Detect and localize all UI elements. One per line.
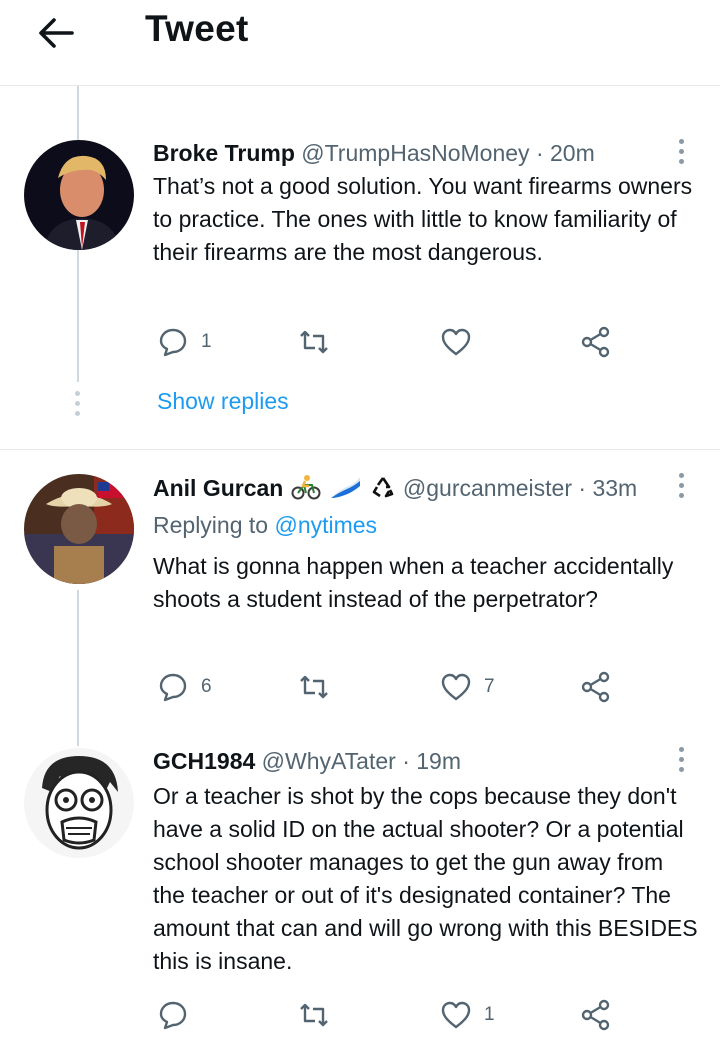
reply-count: 1 — [201, 331, 212, 352]
divider — [0, 449, 720, 450]
reply-button[interactable] — [157, 998, 189, 1032]
replying-to-prefix: Replying to — [153, 512, 269, 538]
replying-to: Replying to @nytimes — [153, 512, 377, 539]
author-name[interactable]: GCH1984 — [153, 748, 255, 774]
more-options-button[interactable] — [675, 139, 687, 169]
replying-to-mention[interactable]: @nytimes — [274, 512, 377, 538]
arrow-left-icon — [39, 18, 74, 48]
reply-icon — [159, 1001, 187, 1030]
tweet-text: Or a teacher is shot by the cops because… — [153, 783, 698, 974]
thread-dots — [75, 391, 81, 421]
retweet-icon — [300, 330, 328, 354]
timestamp[interactable]: · 20m — [536, 140, 595, 166]
tweet-text: That’s not a good solution. You want fir… — [153, 173, 693, 265]
like-count: 7 — [484, 676, 495, 697]
author-handle[interactable]: @gurcanmeister — [403, 475, 572, 501]
like-count: 1 — [484, 1004, 495, 1025]
heart-icon — [441, 673, 471, 701]
like-button[interactable] — [440, 325, 472, 359]
more-options-button[interactable] — [675, 473, 687, 503]
reply-count: 6 — [201, 676, 212, 697]
author-handle[interactable]: @TrumpHasNoMoney — [301, 140, 529, 166]
author-name[interactable]: Anil Gurcan — [153, 475, 283, 501]
timestamp[interactable]: · 33m — [578, 475, 637, 501]
heart-icon — [441, 328, 471, 356]
author-handle[interactable]: @WhyATater — [262, 748, 396, 774]
wave-flag-emoji — [329, 474, 361, 506]
share-button[interactable] — [580, 670, 612, 704]
retweet-icon — [300, 1003, 328, 1027]
share-icon — [581, 999, 610, 1031]
share-button[interactable] — [580, 998, 612, 1032]
retweet-icon — [300, 675, 328, 699]
bicyclist-emoji — [291, 474, 321, 506]
reply-icon — [159, 328, 187, 357]
tweet-header: GCH1984 @WhyATater · 19m — [153, 748, 461, 775]
reply-button[interactable]: 6 — [157, 670, 212, 704]
timestamp[interactable]: · 19m — [402, 748, 461, 774]
share-button[interactable] — [580, 325, 612, 359]
more-options-button[interactable] — [675, 747, 687, 777]
tweet-header: Broke Trump @TrumpHasNoMoney · 20m — [153, 140, 595, 167]
share-icon — [581, 671, 610, 703]
tweet-text: What is gonna happen when a teacher acci… — [153, 553, 674, 612]
tweet-header: Anil Gurcan @gurcanmeister · 33m — [153, 474, 637, 506]
page-title: Tweet — [145, 8, 249, 49]
share-icon — [581, 326, 610, 358]
avatar[interactable] — [24, 748, 134, 858]
reply-icon — [159, 673, 187, 702]
retweet-button[interactable] — [298, 325, 330, 359]
show-replies-link[interactable]: Show replies — [157, 388, 289, 415]
like-button[interactable]: 1 — [440, 998, 495, 1032]
thread-connector — [77, 590, 79, 746]
recycle-emoji — [370, 474, 396, 506]
avatar[interactable] — [24, 140, 134, 250]
back-button[interactable] — [34, 12, 80, 54]
top-bar: Tweet — [0, 0, 720, 86]
retweet-button[interactable] — [298, 998, 330, 1032]
like-button[interactable]: 7 — [440, 670, 495, 704]
avatar[interactable] — [24, 474, 134, 584]
heart-icon — [441, 1001, 471, 1029]
reply-button[interactable]: 1 — [157, 325, 212, 359]
author-name[interactable]: Broke Trump — [153, 140, 295, 166]
retweet-button[interactable] — [298, 670, 330, 704]
